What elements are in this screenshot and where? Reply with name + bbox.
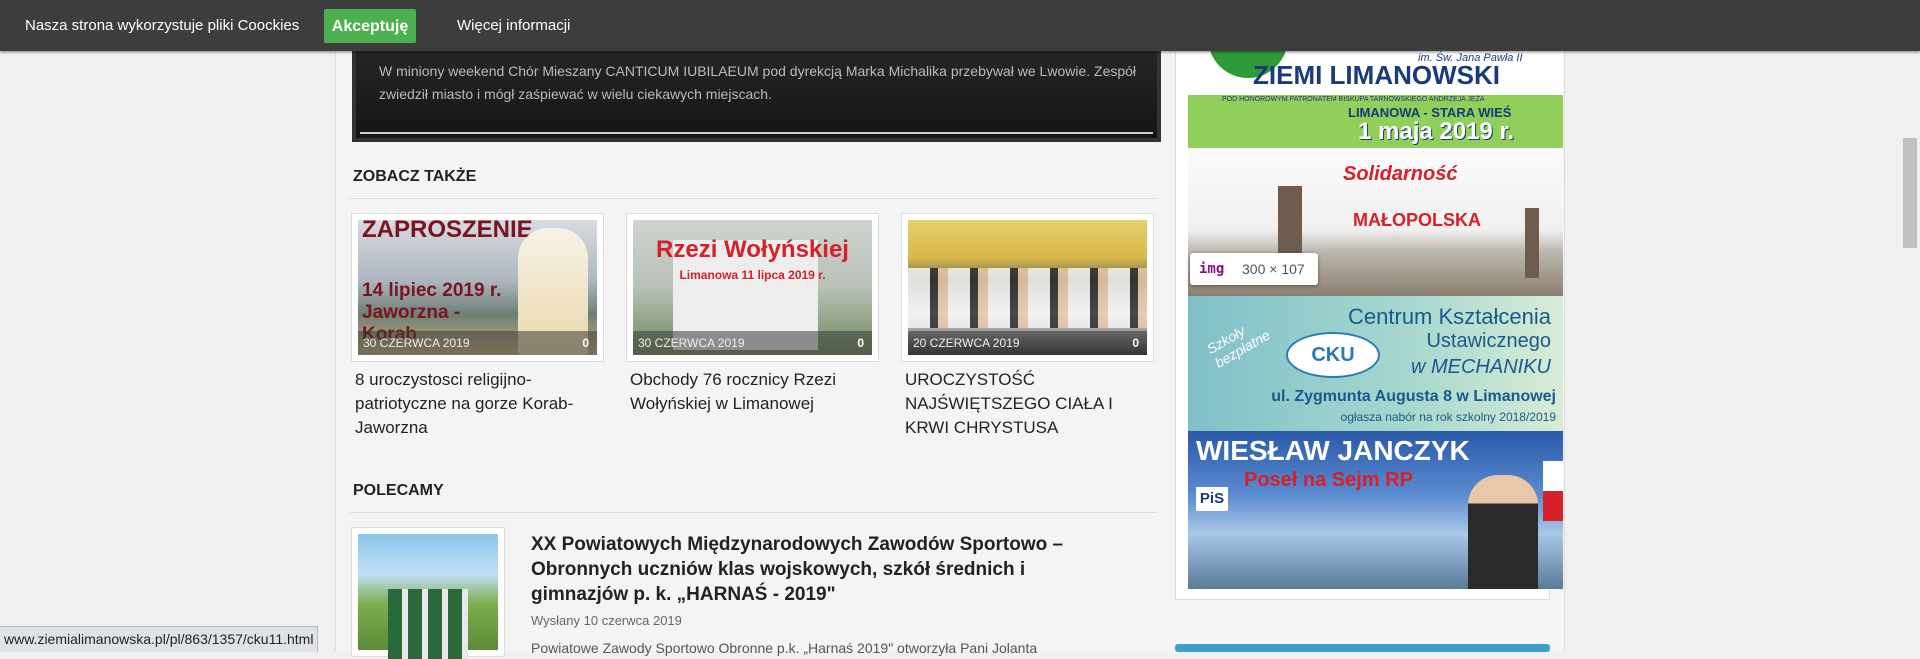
hero-excerpt: W miniony weekend Chór Mieszany CANTICUM… (379, 63, 1137, 102)
cku-address: ul. Zygmunta Augusta 8 w Limanowej (1271, 388, 1556, 405)
scrollbar-thumb[interactable] (1903, 138, 1917, 248)
card-title-link[interactable]: UROCZYSTOŚĆ NAJŚWIĘTSZEGO CIAŁA I KRWI C… (905, 368, 1150, 440)
recommended-heading: POLECAMY (353, 482, 444, 499)
banner-cku[interactable]: Szkoły bezpłatne CKU Centrum Kształcenia… (1188, 296, 1563, 431)
card-thumbnail[interactable]: Rzezi Wołyńskiej Limanowa 11 lipca 2019 … (626, 213, 879, 362)
people-group (388, 589, 468, 659)
comment-count: 0 (1132, 336, 1139, 350)
card-title-link[interactable]: 8 uroczystosci religijno-patriotyczne na… (355, 368, 600, 440)
card-date: 20 CZERWCA 2019 (913, 336, 1020, 350)
janczyk-name: WIESŁAW JANCZYK (1196, 435, 1470, 466)
card-date: 30 CZERWCA 2019 (363, 336, 470, 350)
banner-title: ZIEMI LIMANOWSKI (1253, 60, 1500, 90)
cookie-bar: Nasza strona wykorzystuje pliki Coockies… (0, 0, 1920, 51)
cookie-more-info-link[interactable]: Więcej informacji (457, 17, 570, 34)
card-title-link[interactable]: Obchody 76 rocznicy Rzezi Wołyńskiej w L… (630, 368, 875, 416)
banner-subtitle: im. Św. Jana Pawła II (1418, 52, 1523, 64)
cookie-text: Nasza strona wykorzystuje pliki Coockies (25, 17, 300, 34)
cookie-accept-button[interactable]: Akceptuję (324, 9, 416, 43)
recommended-date: Wysłany 10 czerwca 2019 (531, 613, 682, 628)
banner-janczyk[interactable]: WIESŁAW JANCZYK Poseł na Sejm RP PiS (1188, 431, 1563, 589)
section-divider (350, 198, 1156, 199)
janczyk-role: Poseł na Sejm RP (1244, 469, 1413, 491)
town-hall-tower (1525, 208, 1539, 278)
card-thumbnail[interactable]: 20 CZERWCA 2019 0 (901, 213, 1154, 362)
cku-line1: Centrum Kształcenia (1348, 304, 1551, 329)
procession-people (908, 268, 1147, 328)
banner-date: 1 maja 2019 r. (1358, 118, 1515, 145)
recommended-title-link[interactable]: XX Powiatowych Międzynarodowych Zawodów … (531, 532, 1091, 607)
politician-photo (1468, 475, 1538, 589)
card-date: 30 CZERWCA 2019 (638, 336, 745, 350)
card-meta-bar: 30 CZERWCA 2019 0 (633, 331, 872, 355)
section-divider (350, 512, 1156, 513)
devtools-img-tooltip: img 300 × 107 (1190, 253, 1318, 285)
cku-line3: w MECHANIKU (1410, 356, 1551, 378)
comment-count: 0 (582, 336, 589, 350)
recommended-thumbnail[interactable] (351, 527, 505, 659)
cku-line2: Ustawicznego (1426, 330, 1551, 352)
page-scrollbar[interactable] (1900, 0, 1920, 651)
see-also-heading: ZOBACZ TAKŻE (353, 168, 477, 185)
tooltip-tag: img (1199, 261, 1225, 277)
cku-notice: ogłasza nabór na rok szkolny 2018/2019 (1340, 410, 1556, 424)
recommended-excerpt: Powiatowe Zawody Sportowo Obronne p.k. „… (531, 640, 1038, 656)
hero-progress-line (360, 132, 1153, 134)
solidarnosc-logo: Solidarność (1343, 163, 1458, 185)
cku-logo: CKU (1286, 332, 1380, 378)
banner-patronage: POD HONOROWYM PATRONATEM BISKUPA TARNOWS… (1222, 96, 1485, 103)
status-url-bar: www.ziemialimanowska.pl/pl/863/1357/cku1… (0, 626, 319, 652)
card-image-subtext: Limanowa 11 lipca 2019 r. (679, 268, 826, 282)
card-image-text: ZAPROSZENIE (362, 220, 533, 243)
polish-flag (1543, 461, 1563, 521)
card-meta-bar: 30 CZERWCA 2019 0 (358, 331, 597, 355)
banner-region: MAŁOPOLSKA (1353, 210, 1481, 230)
card-image-text: Rzezi Wołyńskiej (656, 236, 849, 263)
comment-count: 0 (857, 336, 864, 350)
card-meta-bar: 20 CZERWCA 2019 0 (908, 331, 1147, 355)
pis-logo: PiS (1196, 487, 1228, 511)
cku-free-school: Szkoły bezpłatne (1204, 322, 1273, 371)
card-thumbnail[interactable]: ZAPROSZENIE 14 lipiec 2019 r. Jaworzna -… (351, 213, 604, 362)
tooltip-dimensions: 300 × 107 (1242, 261, 1305, 277)
